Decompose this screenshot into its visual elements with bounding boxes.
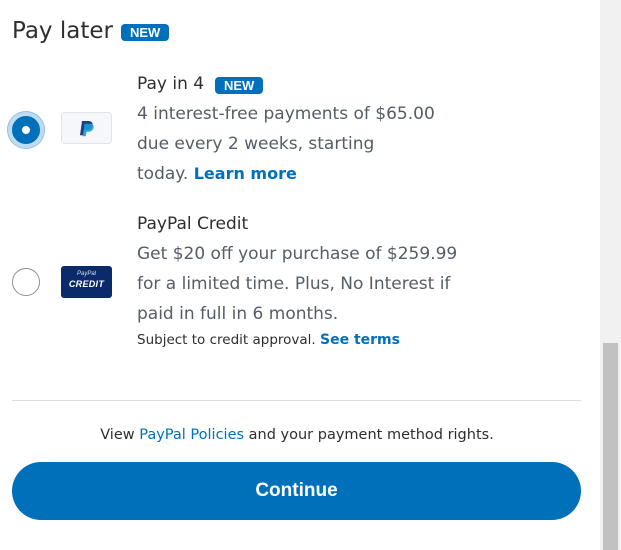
pay-in-4-description: 4 interest-free payments of $65.00 due e… [137,99,477,189]
pay-in-4-title: Pay in 4 [137,74,205,94]
scrollbar-thumb[interactable] [603,343,618,550]
paypal-credit-description: Get $20 off your purchase of $259.99 for… [137,239,477,329]
divider [12,400,581,401]
description-line: for a limited time. Plus, No Interest if [137,274,451,294]
description-line: today. Learn more [137,159,477,189]
paypal-credit-radio[interactable] [12,268,40,296]
learn-more-link[interactable]: Learn more [194,164,297,183]
see-terms-link[interactable]: See terms [320,332,400,348]
paypal-logo-icon [61,112,112,144]
credit-logo-text-main: CREDIT [68,279,105,289]
description-text: today. [137,164,189,184]
policies-prefix: View [100,427,135,443]
section-title: Pay later [12,18,113,44]
paypal-credit-icon: PayPal CREDIT [61,266,112,298]
new-badge: NEW [215,77,264,94]
fine-print: Subject to credit approval. See terms [137,332,400,348]
policies-suffix: and your payment method rights. [248,427,494,443]
description-line: Get $20 off your purchase of $259.99 [137,244,458,264]
paypal-credit-title: PayPal Credit [137,214,249,234]
paypal-policies-link[interactable]: PayPal Policies [139,427,244,443]
continue-button[interactable]: Continue [12,462,581,520]
radio-dot [22,126,30,134]
description-line: 4 interest-free payments of $65.00 [137,104,435,124]
fine-print-text: Subject to credit approval. [137,332,316,348]
pay-in-4-radio[interactable] [8,112,44,148]
policies-text: View PayPal Policies and your payment me… [0,427,594,443]
credit-logo-text-top: PayPal [76,271,96,277]
description-line: paid in full in 6 months. [137,304,339,324]
new-badge: NEW [121,24,170,41]
description-line: due every 2 weeks, starting [137,134,375,154]
